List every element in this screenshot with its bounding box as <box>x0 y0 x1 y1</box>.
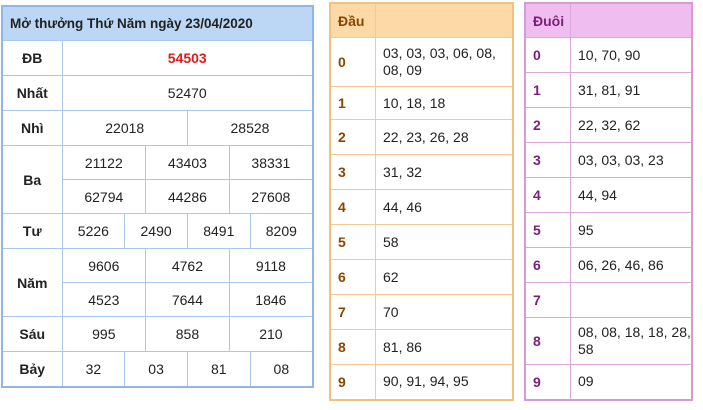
dau-key: 9 <box>329 364 376 400</box>
duoi-value <box>570 282 693 318</box>
prize-label-nhat: Nhất <box>1 75 63 111</box>
prize-label-bay: Bảy <box>1 351 63 387</box>
fourth-prize-value: 8209 <box>249 213 314 249</box>
second-prize-value: 22018 <box>61 110 188 146</box>
duoi-key: 1 <box>524 72 571 108</box>
duoi-value: 06, 26, 46, 86 <box>570 247 693 283</box>
dau-value: 90, 91, 94, 95 <box>375 364 514 400</box>
duoi-table: Đuôi 0 10, 70, 90 1 31, 81, 91 2 22, 32, 62… <box>524 2 693 401</box>
duoi-header: Đuôi <box>524 2 571 38</box>
dau-key: 5 <box>329 224 376 260</box>
dau-value: 62 <box>375 259 514 295</box>
results-table: Mở thưởng Thứ Năm ngày 23/04/2020 ĐB 545… <box>1 5 314 388</box>
third-prize-value: 62794 <box>61 179 147 214</box>
prize-label-ba: Ba <box>1 145 63 214</box>
third-prize-value: 43403 <box>145 145 230 180</box>
duoi-key: 7 <box>524 282 571 318</box>
dau-key: 8 <box>329 329 376 365</box>
duoi-key: 5 <box>524 212 571 248</box>
duoi-value: 31, 81, 91 <box>570 72 693 108</box>
dau-key: 3 <box>329 154 376 190</box>
dau-key: 1 <box>329 86 376 120</box>
seventh-prize-value: 32 <box>61 351 126 387</box>
prize-label-db: ĐB <box>1 40 63 76</box>
dau-value: 70 <box>375 294 514 330</box>
fifth-prize-value: 9606 <box>61 248 147 283</box>
prize-label-tu: Tư <box>1 213 63 249</box>
first-prize-value: 52470 <box>61 75 314 111</box>
dau-key: 0 <box>329 37 376 87</box>
duoi-value: 09 <box>570 364 693 400</box>
seventh-prize-value: 08 <box>249 351 314 387</box>
fourth-prize-value: 8491 <box>186 213 251 249</box>
results-title: Mở thưởng Thứ Năm ngày 23/04/2020 <box>1 5 314 41</box>
fifth-prize-value: 7644 <box>145 282 230 317</box>
second-prize-value: 28528 <box>186 110 314 146</box>
fifth-prize-value: 9118 <box>228 248 314 283</box>
fourth-prize-value: 2490 <box>124 213 188 249</box>
prize-label-nam: Năm <box>1 248 63 317</box>
duoi-value: 95 <box>570 212 693 248</box>
prize-label-nhi: Nhì <box>1 110 63 146</box>
duoi-value: 44, 94 <box>570 177 693 213</box>
dau-value: 81, 86 <box>375 329 514 365</box>
dau-value: 58 <box>375 224 514 260</box>
fifth-prize-value: 4762 <box>145 248 230 283</box>
fourth-prize-value: 5226 <box>61 213 126 249</box>
fifth-prize-value: 1846 <box>228 282 314 317</box>
duoi-key: 6 <box>524 247 571 283</box>
duoi-key: 4 <box>524 177 571 213</box>
dau-value: 10, 18, 18 <box>375 86 514 120</box>
duoi-value: 03, 03, 03, 23 <box>570 142 693 178</box>
prize-label-sau: Sáu <box>1 316 63 352</box>
dau-value: 31, 32 <box>375 154 514 190</box>
fifth-prize-value: 4523 <box>61 282 147 317</box>
dau-key: 2 <box>329 119 376 155</box>
duoi-key: 0 <box>524 37 571 73</box>
duoi-key: 3 <box>524 142 571 178</box>
seventh-prize-value: 81 <box>186 351 251 387</box>
third-prize-value: 44286 <box>145 179 230 214</box>
duoi-key: 2 <box>524 107 571 143</box>
dau-header: Đầu <box>329 2 376 38</box>
dau-header-empty <box>375 2 514 38</box>
dau-key: 4 <box>329 189 376 225</box>
dau-value: 03, 03, 03, 06, 08, 08, 09 <box>375 37 514 87</box>
dau-key: 7 <box>329 294 376 330</box>
third-prize-value: 27608 <box>228 179 314 214</box>
duoi-value: 08, 08, 18, 18, 28, 58 <box>570 317 693 365</box>
third-prize-value: 21122 <box>61 145 147 180</box>
dau-table: Đầu 0 03, 03, 03, 06, 08, 08, 09 1 10, 18,… <box>329 2 514 401</box>
dau-value: 44, 46 <box>375 189 514 225</box>
duoi-key: 9 <box>524 364 571 400</box>
duoi-header-empty <box>570 2 693 38</box>
sixth-prize-value: 995 <box>61 316 147 352</box>
sixth-prize-value: 210 <box>228 316 314 352</box>
special-prize-value: 54503 <box>61 40 314 76</box>
dau-value: 22, 23, 26, 28 <box>375 119 514 155</box>
duoi-key: 8 <box>524 317 571 365</box>
third-prize-value: 38331 <box>228 145 314 180</box>
dau-key: 6 <box>329 259 376 295</box>
seventh-prize-value: 03 <box>124 351 188 387</box>
duoi-value: 22, 32, 62 <box>570 107 693 143</box>
sixth-prize-value: 858 <box>145 316 230 352</box>
duoi-value: 10, 70, 90 <box>570 37 693 73</box>
